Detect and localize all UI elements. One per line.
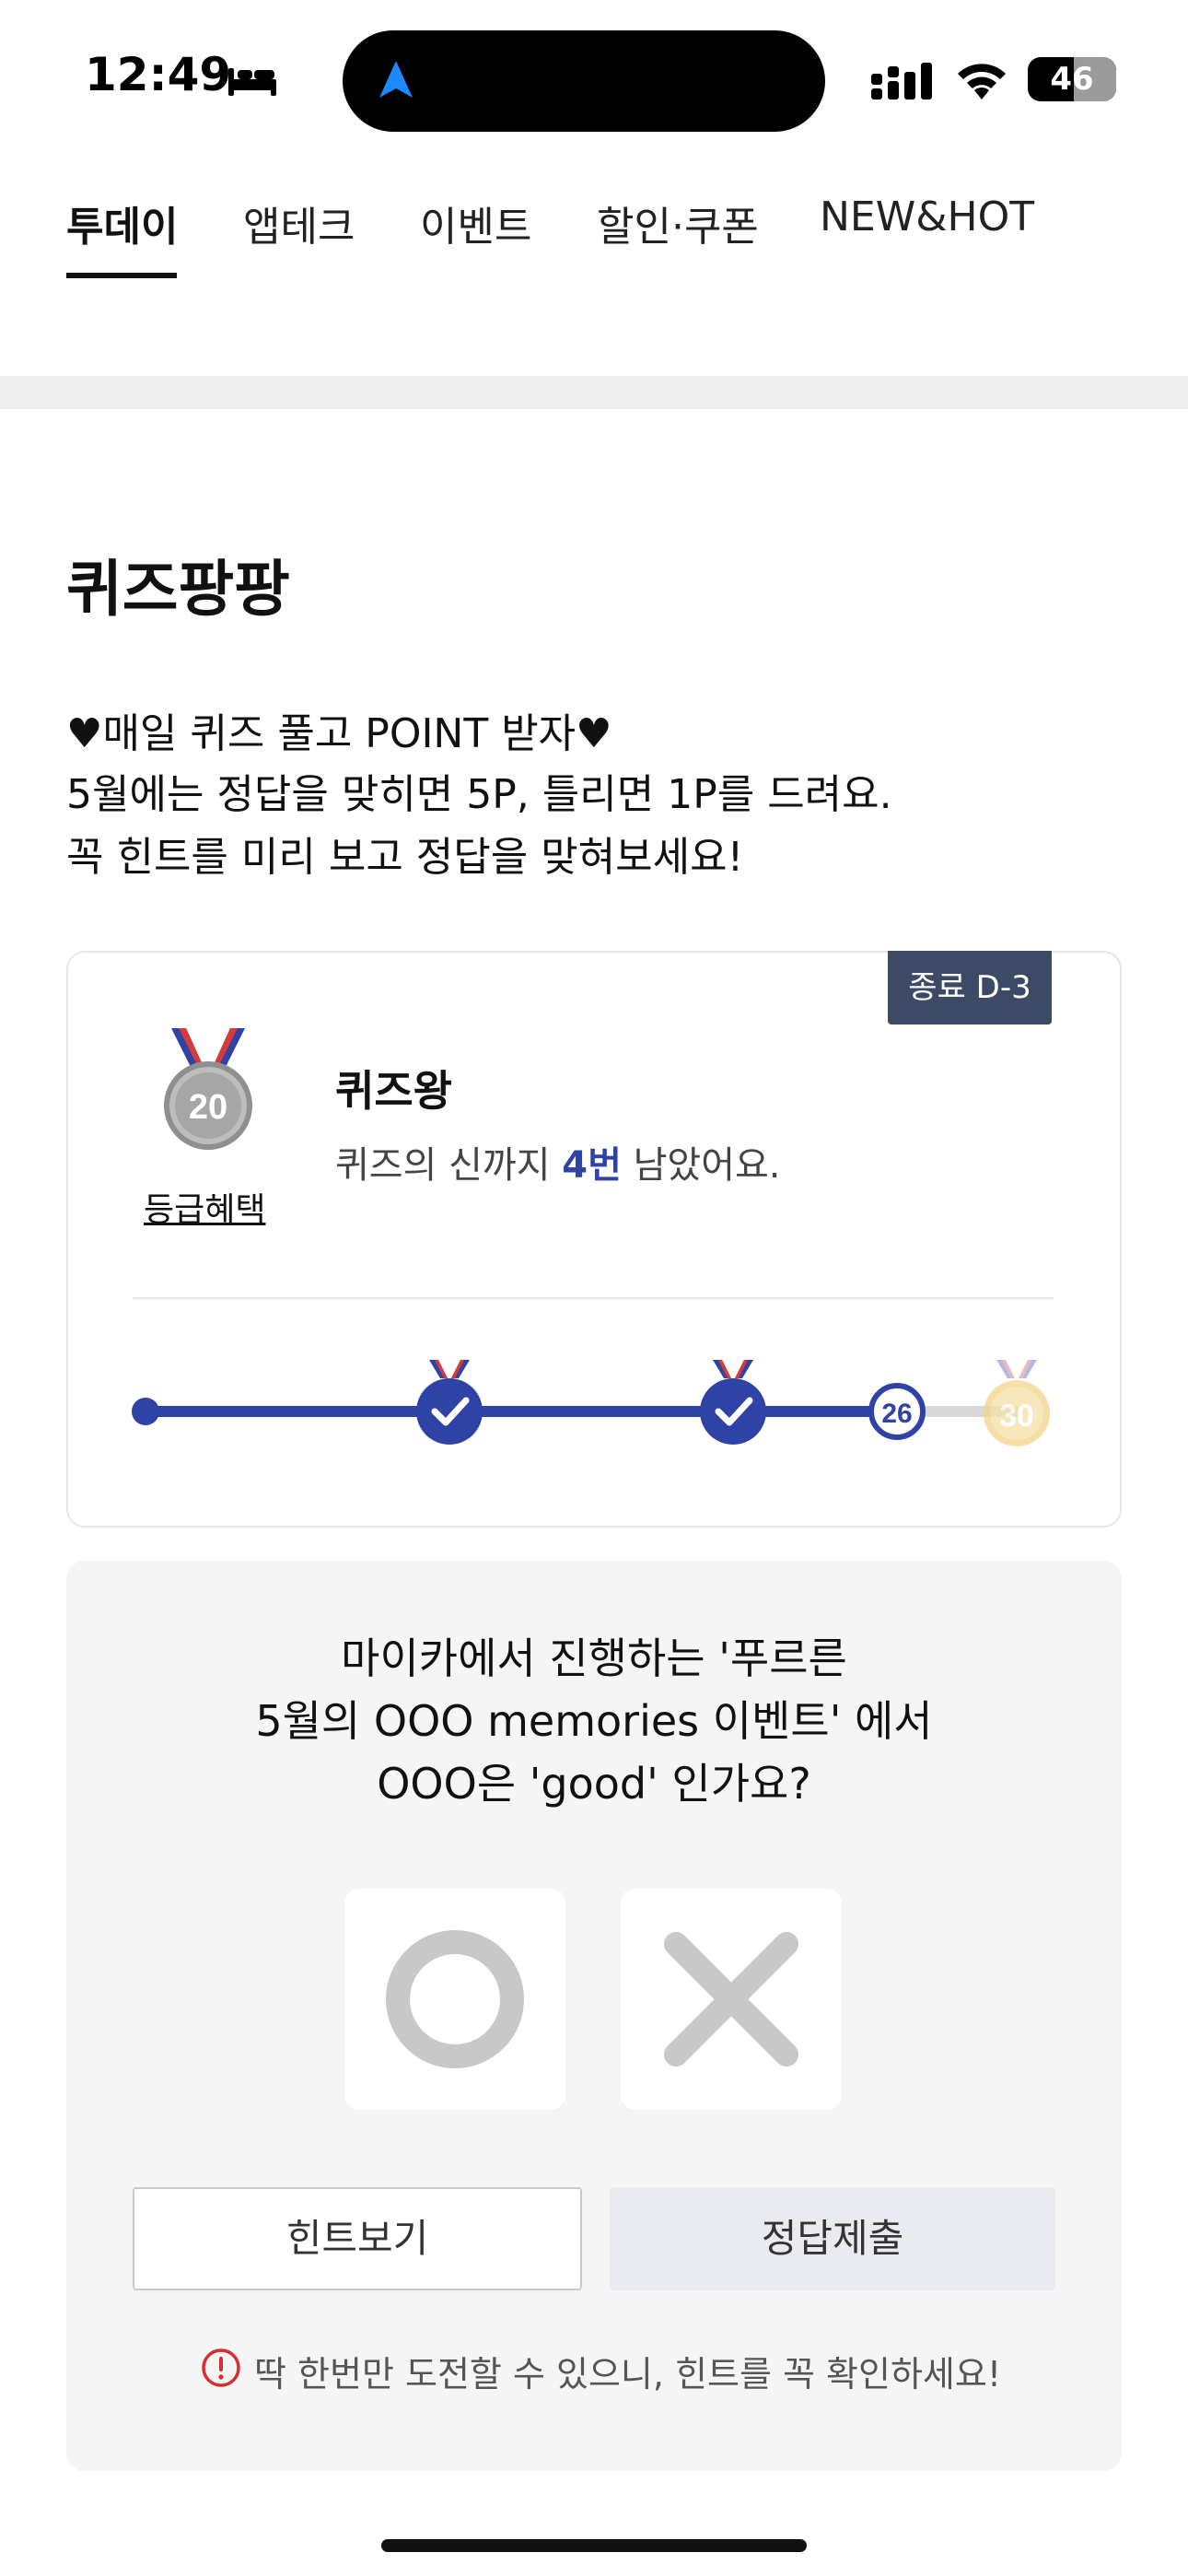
battery-icon: 46 xyxy=(1028,57,1116,101)
goal-medal: 30 xyxy=(984,1360,1050,1446)
battery-level: 46 xyxy=(1050,61,1094,98)
page-title: 퀴즈팡팡 xyxy=(66,554,290,625)
remaining-count: 4번 xyxy=(562,1144,622,1187)
remaining-suffix: 남았어요. xyxy=(621,1144,781,1187)
navigation-arrow-icon xyxy=(379,61,413,98)
svg-text:30: 30 xyxy=(999,1399,1034,1434)
answer-o-button[interactable] xyxy=(344,1889,565,2110)
battery-tip xyxy=(1109,70,1116,87)
grade-progress-track: 26 30 xyxy=(132,1360,1050,1446)
home-indicator[interactable] xyxy=(381,2539,807,2552)
tab-today[interactable]: 투데이 xyxy=(66,193,178,252)
progress-start-dot xyxy=(132,1398,159,1425)
tab-new-hot[interactable]: NEW&HOT xyxy=(820,193,1034,240)
warning-icon xyxy=(202,2348,240,2387)
checkpoint-medal-1 xyxy=(416,1360,483,1445)
description-line-1: ♥매일 퀴즈 풀고 POINT 받자♥ xyxy=(66,710,612,757)
tab-discount-coupon[interactable]: 할인·쿠폰 xyxy=(597,193,759,252)
current-progress-marker: 26 xyxy=(868,1383,926,1440)
description-line-3: 꼭 힌트를 미리 보고 정답을 맞혀보세요! xyxy=(66,834,744,881)
warning-text: 딱 한번만 도전할 수 있으니, 힌트를 꼭 확인하세요! xyxy=(254,2354,1002,2395)
circle-o-icon xyxy=(386,1930,524,2068)
remaining-text: 퀴즈의 신까지 4번 남았어요. xyxy=(335,1135,781,1188)
active-tab-indicator xyxy=(66,273,177,278)
tab-apptech[interactable]: 앱테크 xyxy=(243,193,355,252)
remaining-prefix: 퀴즈의 신까지 xyxy=(335,1144,563,1187)
medal-icon: 20 xyxy=(164,1028,252,1150)
question-line-3: OOO은 'good' 인가요? xyxy=(377,1759,811,1809)
description-line-2: 5월에는 정답을 맞히면 5P, 틀리면 1P를 드려요. xyxy=(66,771,892,818)
section-divider xyxy=(0,376,1188,409)
answer-x-button[interactable] xyxy=(621,1889,842,2110)
svg-text:26: 26 xyxy=(881,1399,912,1429)
submit-answer-button[interactable]: 정답제출 xyxy=(610,2187,1055,2290)
tab-event[interactable]: 이벤트 xyxy=(420,193,531,252)
wifi-icon xyxy=(958,64,1006,100)
status-time: 12:49 xyxy=(85,48,232,101)
question-line-2: 5월의 OOO memories 이벤트' 에서 xyxy=(255,1696,933,1746)
checkpoint-medal-2 xyxy=(700,1360,766,1445)
cellular-signal-icon xyxy=(871,63,932,100)
grade-title: 퀴즈왕 xyxy=(335,1066,452,1116)
grade-benefit-link[interactable]: 등급혜택 xyxy=(144,1183,265,1231)
cross-x-icon xyxy=(664,1932,798,2067)
hint-button[interactable]: 힌트보기 xyxy=(133,2187,582,2290)
medal-number: 20 xyxy=(189,1088,227,1127)
bed-icon xyxy=(228,68,276,96)
dday-badge: 종료 D-3 xyxy=(888,951,1052,1025)
card-divider xyxy=(133,1297,1054,1299)
question-line-1: 마이카에서 진행하는 '푸르른 xyxy=(341,1633,847,1683)
